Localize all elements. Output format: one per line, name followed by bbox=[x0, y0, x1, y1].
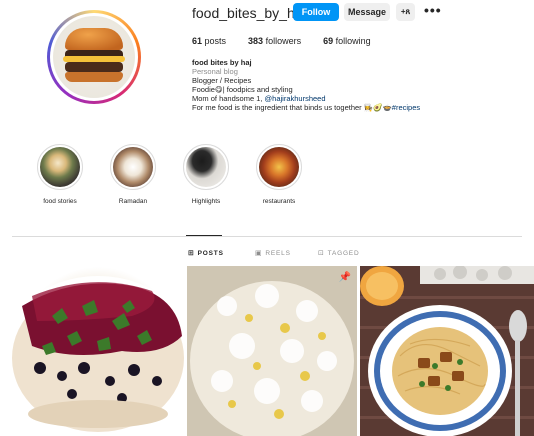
avatar-image bbox=[53, 16, 135, 98]
highlight-label: restaurants bbox=[262, 198, 296, 205]
highlight-ramadan[interactable]: Ramadan bbox=[103, 144, 163, 205]
tabs-divider bbox=[12, 236, 522, 237]
profile-avatar[interactable] bbox=[47, 10, 141, 104]
post-image-rice-dish bbox=[187, 266, 357, 436]
avatar-border bbox=[50, 13, 138, 101]
highlight-ring bbox=[110, 144, 156, 190]
profile-bio: food bites by haj Personal blog Blogger … bbox=[192, 58, 420, 112]
active-tab-indicator bbox=[186, 235, 222, 236]
post-image-noodles bbox=[360, 266, 534, 436]
bio-line: For me food is the ingredient that binds… bbox=[192, 103, 420, 112]
suggested-accounts-button[interactable]: +ጸ bbox=[396, 3, 415, 21]
highlight-thumbnail bbox=[113, 147, 153, 187]
highlight-food-stories[interactable]: food stories bbox=[30, 144, 90, 205]
highlight-label: Highlights bbox=[191, 198, 221, 205]
following-label: following bbox=[335, 36, 371, 46]
tab-posts[interactable]: ⊞ POSTS bbox=[188, 249, 224, 258]
bio-name: food bites by haj bbox=[192, 58, 252, 67]
post-thumbnail[interactable]: 📌 bbox=[187, 266, 357, 436]
highlight-thumbnail bbox=[186, 147, 226, 187]
add-person-icon: +ጸ bbox=[400, 7, 411, 16]
grid-icon: ⊞ bbox=[188, 250, 195, 257]
follow-button[interactable]: Follow bbox=[293, 3, 339, 21]
highlight-ring bbox=[256, 144, 302, 190]
bio-text: Mom of handsome 1, bbox=[192, 94, 265, 103]
profile-stats: 61 posts 383 followers 69 following bbox=[192, 36, 371, 46]
following-stat[interactable]: 69 following bbox=[323, 36, 371, 46]
bio-line: Mom of handsome 1, @hajirakhursheed bbox=[192, 94, 420, 103]
tab-posts-label: POSTS bbox=[197, 249, 224, 257]
tab-reels-label: REELS bbox=[265, 249, 291, 257]
message-button[interactable]: Message bbox=[344, 3, 390, 21]
burger-bun-top bbox=[65, 28, 123, 50]
pin-icon: 📌 bbox=[338, 272, 351, 283]
posts-count: 61 bbox=[192, 36, 203, 46]
bio-hashtag-link[interactable]: #recipes bbox=[392, 103, 420, 112]
post-image-salad bbox=[12, 276, 184, 436]
burger-patty-lower bbox=[65, 62, 123, 72]
tab-tagged[interactable]: ⊡ TAGGED bbox=[318, 249, 360, 258]
highlight-thumbnail bbox=[40, 147, 80, 187]
bio-text: For me food is the ingredient that binds… bbox=[192, 103, 392, 112]
bio-line: Foodie😋| foodpics and styling bbox=[192, 85, 293, 94]
post-thumbnail[interactable] bbox=[12, 266, 184, 436]
followers-count: 383 bbox=[248, 36, 264, 46]
bio-category: Personal blog bbox=[192, 67, 238, 76]
post-thumbnail[interactable] bbox=[360, 266, 534, 436]
following-count: 69 bbox=[323, 36, 334, 46]
tab-reels[interactable]: ▣ REELS bbox=[255, 249, 291, 258]
posts-stat: 61 posts bbox=[192, 36, 226, 46]
highlight-label: Ramadan bbox=[118, 198, 148, 205]
highlight-thumbnail bbox=[259, 147, 299, 187]
highlight-label: food stories bbox=[43, 198, 77, 205]
more-options-icon[interactable]: ••• bbox=[424, 2, 442, 18]
bio-mention-link[interactable]: @hajirakhursheed bbox=[265, 94, 326, 103]
burger-bun-bottom bbox=[65, 72, 123, 82]
bio-line: Blogger / Recipes bbox=[192, 76, 252, 85]
tagged-icon: ⊡ bbox=[318, 250, 325, 257]
tab-tagged-label: TAGGED bbox=[327, 249, 360, 257]
reels-icon: ▣ bbox=[255, 250, 263, 257]
profile-username: food_bites_by_haj bbox=[192, 5, 306, 21]
highlight-restaurants[interactable]: restaurants bbox=[249, 144, 309, 205]
posts-label: posts bbox=[204, 36, 227, 46]
followers-stat[interactable]: 383 followers bbox=[248, 36, 301, 46]
followers-label: followers bbox=[265, 36, 302, 46]
highlight-ring bbox=[37, 144, 83, 190]
highlight-ring bbox=[183, 144, 229, 190]
highlight-highlights[interactable]: Highlights bbox=[176, 144, 236, 205]
